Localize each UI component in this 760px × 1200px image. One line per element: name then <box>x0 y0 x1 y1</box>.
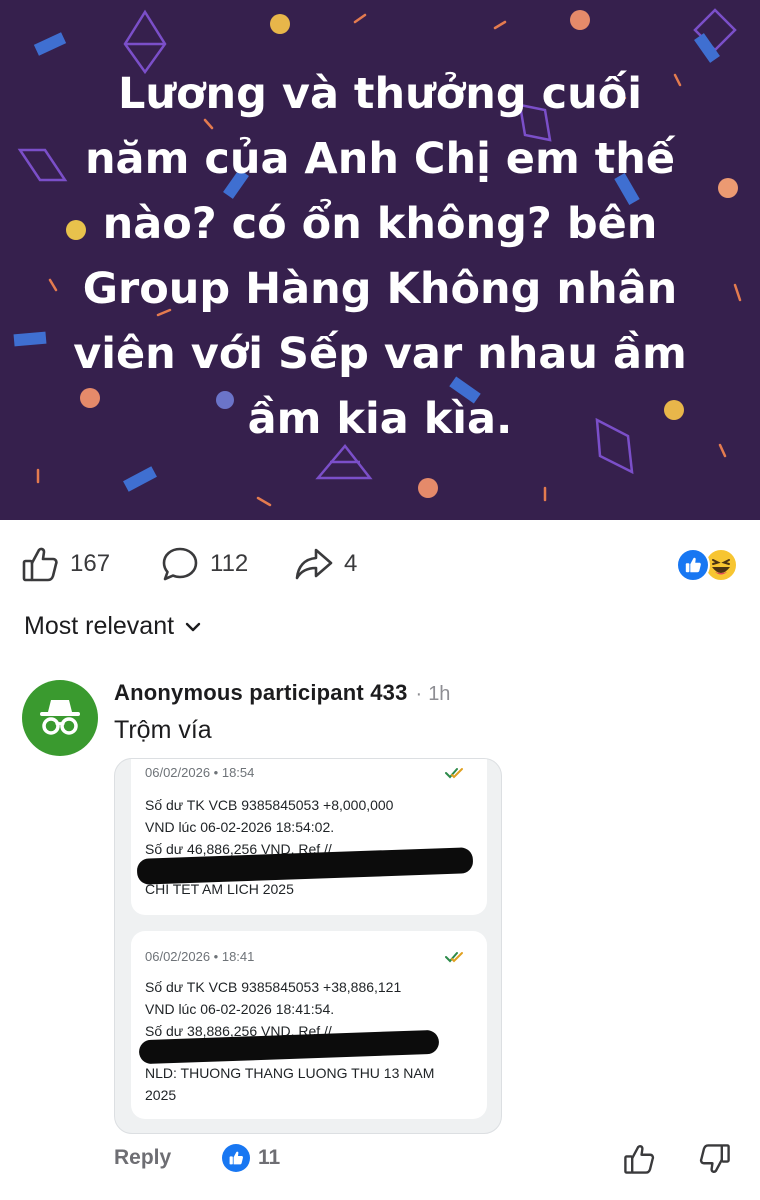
comment-author[interactable]: Anonymous participant 433 <box>114 680 408 706</box>
upvote-button[interactable] <box>622 1142 656 1181</box>
notification-card: 06/02/2026 • 18:54 Số dư TK VCB 93858450… <box>131 759 487 915</box>
comment-time: 1h <box>428 683 451 705</box>
downvote-button[interactable] <box>698 1142 732 1181</box>
notification-line: Số dư TK VCB 9385845053 +8,000,000 <box>145 797 394 813</box>
notification-card: 06/02/2026 • 18:41 Số dư TK VCB 93858450… <box>131 931 487 1119</box>
share-arrow-icon <box>295 548 333 580</box>
banner-line: ầm kia kìa. <box>247 394 513 444</box>
like-reaction-icon <box>676 548 710 582</box>
sort-label: Most relevant <box>24 612 175 640</box>
banner-line: Lương và thưởng cuối <box>118 69 642 119</box>
banner-text: Lương và thưởng cuối năm của Anh Chị em … <box>40 62 720 452</box>
notification-line: NLD: THUONG THANG LUONG THU 13 NAM <box>145 1065 435 1081</box>
banner-line: nào? có ổn không? bên <box>102 199 658 249</box>
double-check-icon <box>445 952 463 963</box>
banner-line: Group Hàng Không nhân <box>82 264 678 314</box>
post-action-bar: 167 112 4 <box>0 538 760 590</box>
share-count: 4 <box>344 550 358 577</box>
incognito-icon <box>40 700 80 735</box>
banner-line: năm của Anh Chị em thế <box>84 134 676 184</box>
separator-dot: · <box>415 683 423 705</box>
comment-text: Trộm vía <box>114 716 212 744</box>
sort-dropdown[interactable]: Most relevant <box>24 612 202 641</box>
notification-timestamp: 06/02/2026 • 18:41 <box>145 949 255 964</box>
like-reaction-icon <box>222 1144 250 1172</box>
thumbs-down-icon <box>699 1144 730 1173</box>
thumbs-up-icon <box>624 1145 655 1174</box>
reaction-summary[interactable] <box>676 548 740 582</box>
comment-like-count: 11 <box>258 1146 281 1169</box>
comment-header: Anonymous participant 433 · 1h <box>114 680 450 706</box>
like-button[interactable]: 167 <box>20 538 110 590</box>
attached-image[interactable]: 06/02/2026 • 18:54 Số dư TK VCB 93858450… <box>114 758 502 1134</box>
like-count: 167 <box>70 550 111 577</box>
avatar[interactable] <box>22 680 98 756</box>
notification-line: 2025 <box>145 1087 177 1103</box>
comment-likes[interactable]: 11 <box>222 1144 280 1172</box>
notification-line: VND lúc 06-02-2026 18:54:02. <box>145 819 335 835</box>
post-banner: Lương và thưởng cuối năm của Anh Chị em … <box>0 0 760 520</box>
comment-bubble-icon <box>162 547 198 581</box>
double-check-icon <box>445 768 463 779</box>
notification-line: Số dư TK VCB 9385845053 +38,886,121 <box>145 979 402 995</box>
notification-line: VND lúc 06-02-2026 18:41:54. <box>145 1001 335 1017</box>
banner-line: viên với Sếp var nhau ầm <box>73 329 687 379</box>
thumbs-up-icon <box>22 547 58 582</box>
share-button[interactable]: 4 <box>294 538 357 590</box>
chevron-down-icon <box>185 622 201 631</box>
comment-count: 112 <box>210 550 249 577</box>
comment-button[interactable]: 112 <box>160 538 248 590</box>
notification-timestamp: 06/02/2026 • 18:54 <box>145 765 255 780</box>
reply-button[interactable]: Reply <box>114 1146 171 1170</box>
